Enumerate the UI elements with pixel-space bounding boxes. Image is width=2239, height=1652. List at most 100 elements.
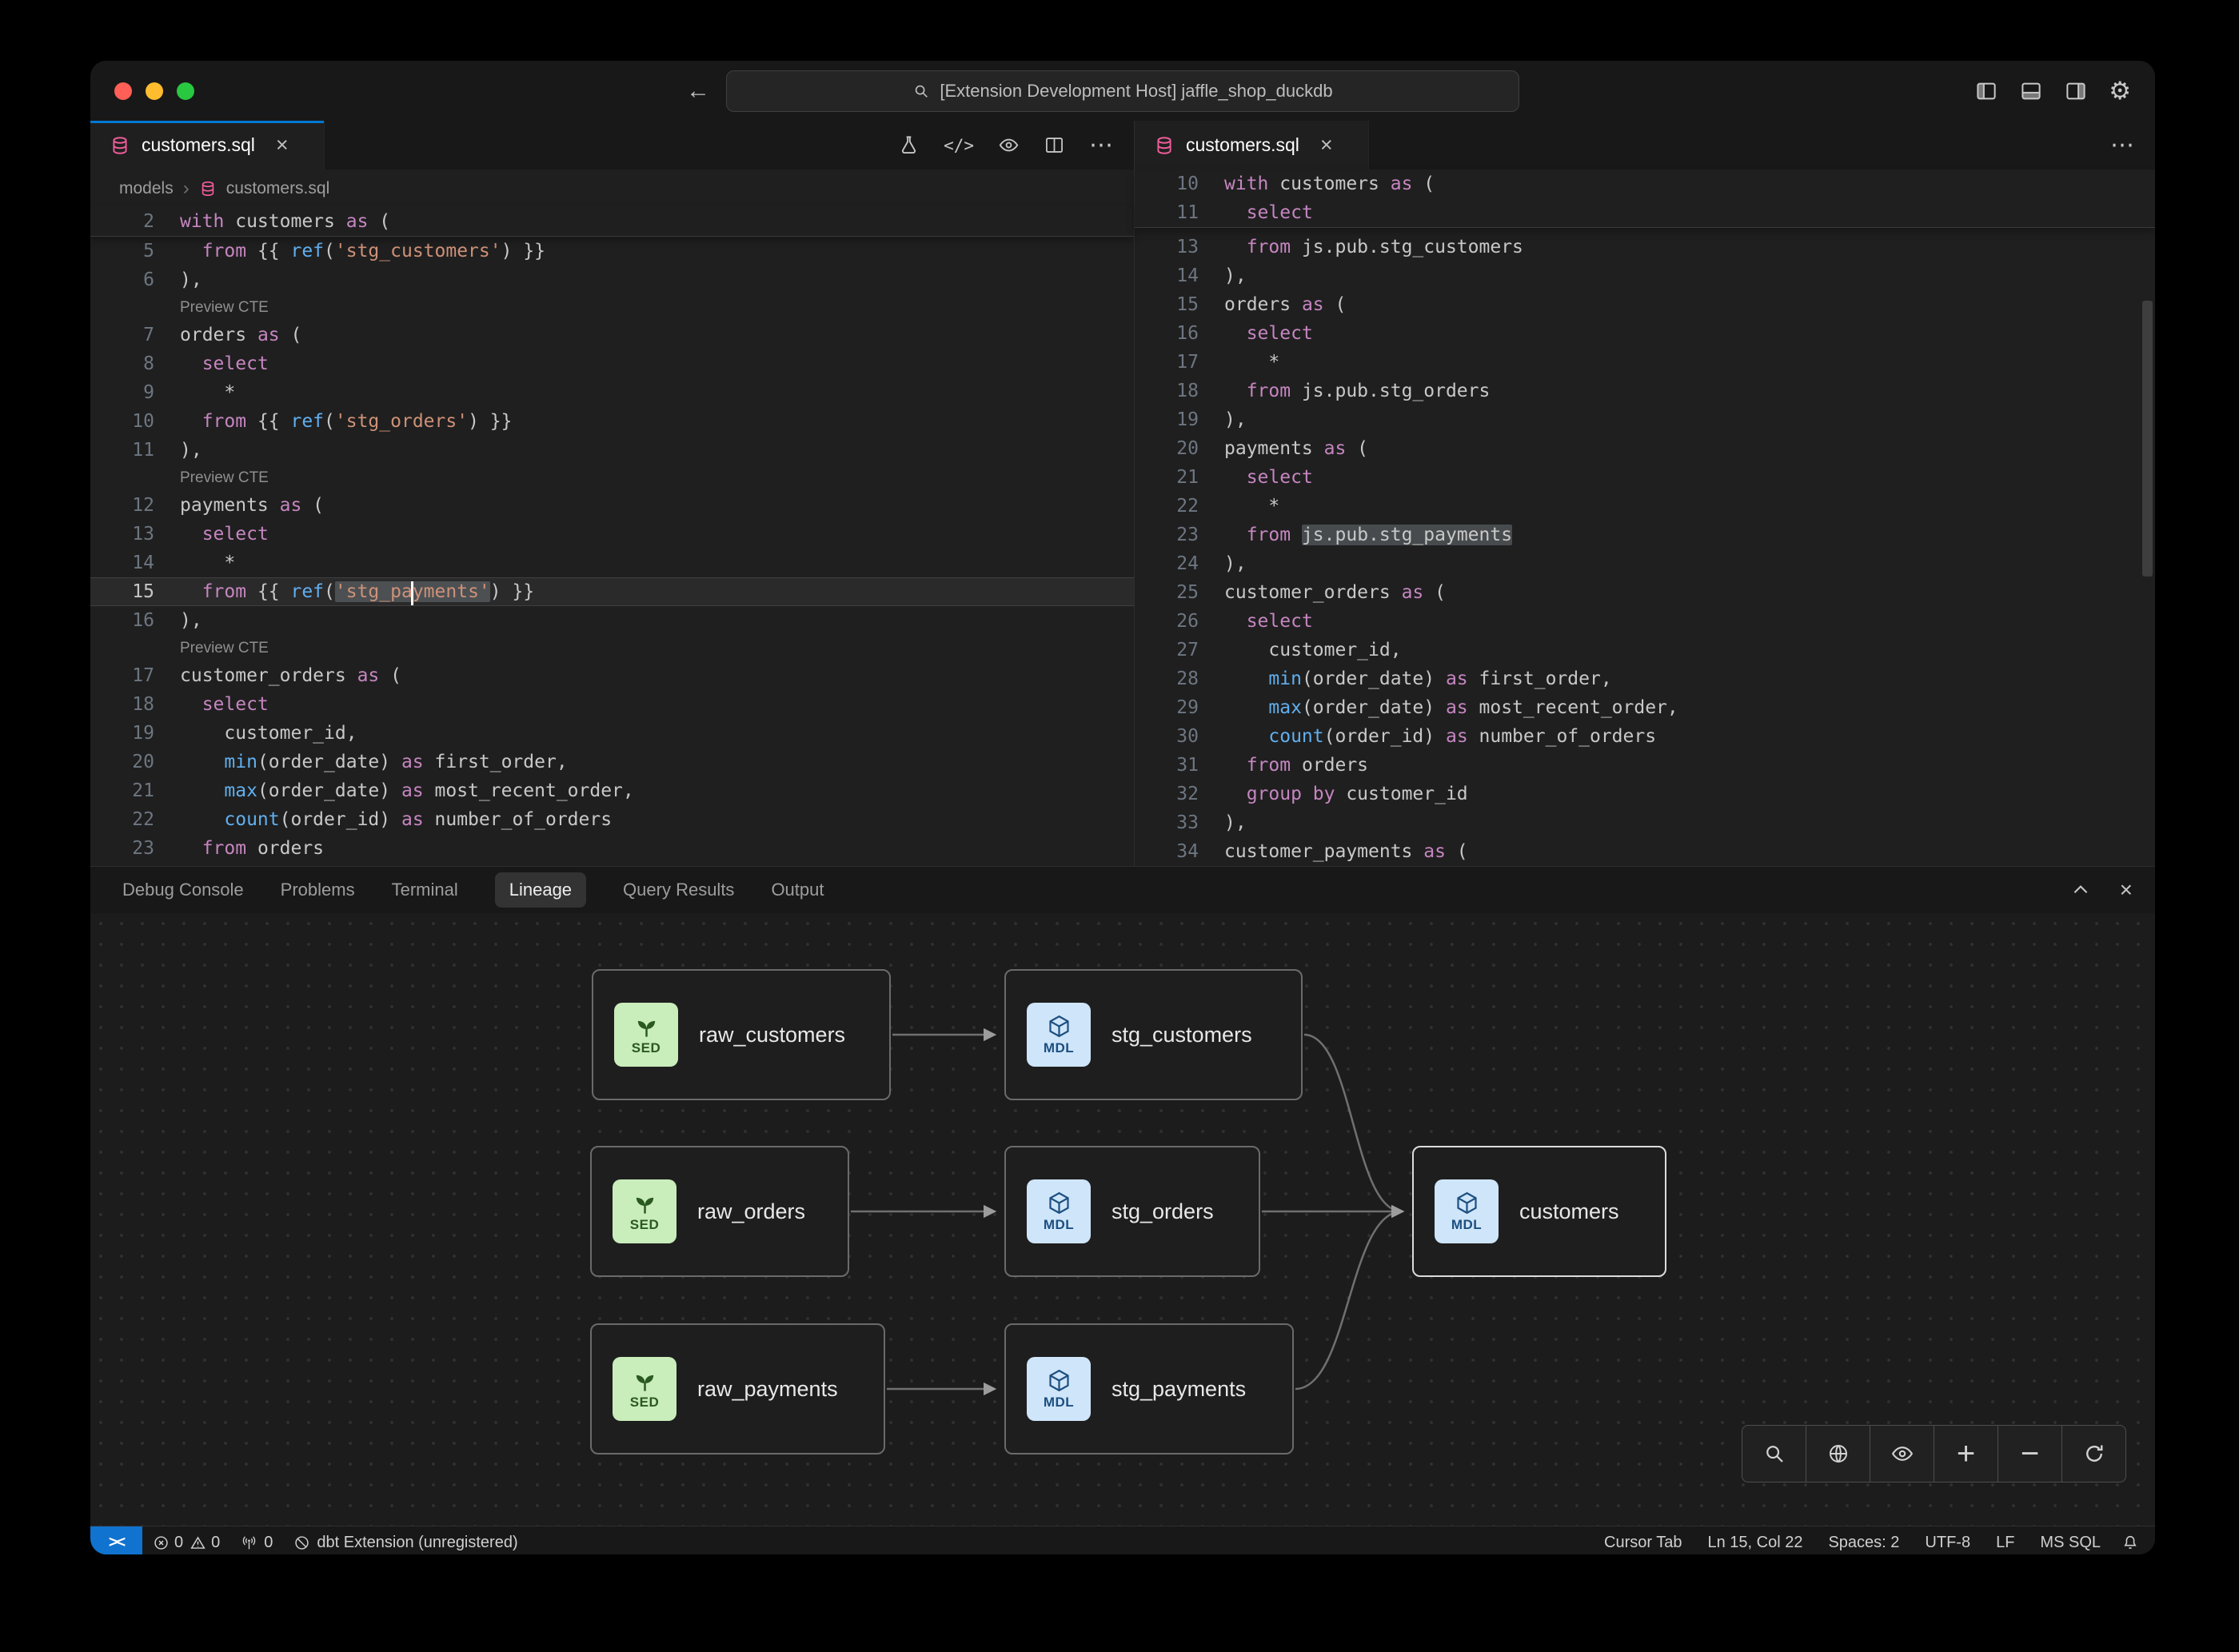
- status-encoding[interactable]: UTF-8: [1912, 1534, 1983, 1552]
- panel-tab-query-results[interactable]: Query Results: [623, 880, 734, 900]
- code-line[interactable]: 25customer_orders as (: [1135, 578, 2155, 607]
- code-line[interactable]: 34customer_payments as (: [1135, 837, 2155, 866]
- close-tab-icon[interactable]: ×: [1320, 133, 1333, 158]
- code-editor-right[interactable]: 13 from js.pub.stg_customers14),15orders…: [1135, 228, 2155, 866]
- close-window-button[interactable]: [114, 82, 132, 100]
- settings-gear-icon[interactable]: ⚙: [2109, 78, 2131, 103]
- maximize-panel-chevron-icon[interactable]: [2070, 880, 2091, 900]
- code-line[interactable]: 16 select: [1135, 319, 2155, 348]
- code-line[interactable]: 32 group by customer_id: [1135, 780, 2155, 808]
- code-line[interactable]: 31 from orders: [1135, 751, 2155, 780]
- code-line[interactable]: 10with customers as (: [1135, 170, 2155, 198]
- code-line[interactable]: 10 from {{ ref('stg_orders') }}: [90, 407, 1134, 436]
- toggle-sidebar-icon[interactable]: [1974, 79, 1998, 103]
- code-line[interactable]: 7orders as (: [90, 321, 1134, 349]
- code-line[interactable]: 22 count(order_id) as number_of_orders: [90, 805, 1134, 834]
- toggle-secondary-sidebar-icon[interactable]: [2064, 79, 2088, 103]
- lineage-node-raw-payments[interactable]: SEDraw_payments: [590, 1323, 885, 1454]
- code-line[interactable]: 24),: [1135, 549, 2155, 578]
- refresh-icon[interactable]: [2062, 1426, 2125, 1482]
- code-line[interactable]: 13 select: [90, 520, 1134, 549]
- tab-customers-sql-left[interactable]: customers.sql ×: [90, 121, 325, 170]
- code-line[interactable]: 19 customer_id,: [90, 719, 1134, 748]
- fit-view-icon[interactable]: [1806, 1426, 1870, 1482]
- code-line[interactable]: 26 select: [1135, 607, 2155, 636]
- navigate-back-icon[interactable]: ←: [686, 78, 710, 105]
- lineage-node-stg-customers[interactable]: MDLstg_customers: [1004, 969, 1303, 1100]
- code-line[interactable]: 28 min(order_date) as first_order,: [1135, 664, 2155, 693]
- close-tab-icon[interactable]: ×: [276, 133, 289, 158]
- code-line[interactable]: 19),: [1135, 405, 2155, 434]
- code-editor-left[interactable]: 5 from {{ ref('stg_customers') }}6), Prev…: [90, 237, 1134, 863]
- code-line[interactable]: 30 count(order_id) as number_of_orders: [1135, 722, 2155, 751]
- compile-flask-icon[interactable]: [898, 134, 920, 156]
- code-line[interactable]: 9 *: [90, 378, 1134, 407]
- lineage-search-icon[interactable]: [1742, 1426, 1806, 1482]
- dbt-extension-status[interactable]: dbt Extension (unregistered): [283, 1526, 528, 1554]
- minimize-window-button[interactable]: [146, 82, 163, 100]
- panel-tab-output[interactable]: Output: [771, 880, 824, 900]
- code-line[interactable]: 21 max(order_date) as most_recent_order,: [90, 776, 1134, 805]
- status-language-mode[interactable]: MS SQL: [2027, 1534, 2113, 1552]
- more-actions-icon[interactable]: ⋯: [2110, 131, 2136, 159]
- status-indentation[interactable]: Spaces: 2: [1815, 1534, 1912, 1552]
- code-line[interactable]: 22 *: [1135, 492, 2155, 521]
- code-line[interactable]: 2with customers as (: [90, 207, 1134, 236]
- preview-eye-icon[interactable]: [998, 134, 1020, 156]
- panel-tab-debug-console[interactable]: Debug Console: [122, 880, 244, 900]
- more-actions-icon[interactable]: ⋯: [1089, 131, 1115, 159]
- zoom-window-button[interactable]: [177, 82, 194, 100]
- zoom-out-icon[interactable]: −: [1998, 1426, 2062, 1482]
- code-line[interactable]: 18 from js.pub.stg_orders: [1135, 377, 2155, 405]
- lineage-node-stg-payments[interactable]: MDLstg_payments: [1004, 1323, 1294, 1454]
- code-line[interactable]: 14),: [1135, 261, 2155, 290]
- code-line[interactable]: 27 customer_id,: [1135, 636, 2155, 664]
- ports-status[interactable]: 0: [230, 1526, 283, 1554]
- lineage-node-customers[interactable]: MDLcustomers: [1412, 1146, 1666, 1277]
- code-line[interactable]: 6),: [90, 265, 1134, 294]
- lineage-node-raw-orders[interactable]: SEDraw_orders: [590, 1146, 849, 1277]
- close-panel-icon[interactable]: ×: [2120, 879, 2133, 901]
- compiled-code-icon[interactable]: </>: [944, 136, 974, 155]
- code-line[interactable]: 15 from {{ ref('stg_payments') }}: [90, 577, 1134, 606]
- code-line[interactable]: 15orders as (: [1135, 290, 2155, 319]
- code-line[interactable]: 8 select: [90, 349, 1134, 378]
- split-editor-icon[interactable]: [1044, 134, 1065, 156]
- tab-customers-sql-right[interactable]: customers.sql ×: [1135, 121, 1369, 170]
- code-line[interactable]: 21 select: [1135, 463, 2155, 492]
- code-line[interactable]: 17customer_orders as (: [90, 661, 1134, 690]
- status-eol[interactable]: LF: [1983, 1534, 2027, 1552]
- panel-tab-lineage[interactable]: Lineage: [495, 872, 586, 908]
- toggle-panel-icon[interactable]: [2019, 79, 2043, 103]
- status-cursor-tab[interactable]: Cursor Tab: [1591, 1534, 1694, 1552]
- lineage-node-raw-customers[interactable]: SEDraw_customers: [592, 969, 891, 1100]
- code-line[interactable]: 14 *: [90, 549, 1134, 577]
- zoom-in-icon[interactable]: +: [1934, 1426, 1998, 1482]
- code-line[interactable]: 20payments as (: [1135, 434, 2155, 463]
- code-line[interactable]: 11 select: [1135, 198, 2155, 227]
- command-center[interactable]: [Extension Development Host] jaffle_shop…: [726, 70, 1519, 112]
- code-line[interactable]: 5 from {{ ref('stg_customers') }}: [90, 237, 1134, 265]
- code-line[interactable]: 13 from js.pub.stg_customers: [1135, 233, 2155, 261]
- lineage-node-stg-orders[interactable]: MDLstg_orders: [1004, 1146, 1260, 1277]
- status-line-col[interactable]: Ln 15, Col 22: [1694, 1534, 1815, 1552]
- code-line[interactable]: 17 *: [1135, 348, 2155, 377]
- code-line[interactable]: 16),: [90, 606, 1134, 635]
- breadcrumb-file[interactable]: customers.sql: [226, 179, 330, 198]
- scrollbar-thumb[interactable]: [2142, 301, 2153, 577]
- code-line[interactable]: 11),: [90, 436, 1134, 465]
- problems-status[interactable]: 0 0: [142, 1526, 230, 1554]
- code-line[interactable]: 33),: [1135, 808, 2155, 837]
- notifications-bell-icon[interactable]: [2113, 1534, 2155, 1551]
- codelens-preview-cte[interactable]: Preview CTE: [90, 465, 1134, 491]
- panel-tab-problems[interactable]: Problems: [281, 880, 355, 900]
- remote-indicator[interactable]: ><: [90, 1526, 142, 1554]
- code-line[interactable]: 18 select: [90, 690, 1134, 719]
- code-line[interactable]: 23 from orders: [90, 834, 1134, 863]
- toggle-visibility-eye-icon[interactable]: [1870, 1426, 1934, 1482]
- panel-tab-terminal[interactable]: Terminal: [392, 880, 458, 900]
- codelens-preview-cte[interactable]: Preview CTE: [90, 635, 1134, 661]
- code-line[interactable]: 23 from js.pub.stg_payments: [1135, 521, 2155, 549]
- code-line[interactable]: 12payments as (: [90, 491, 1134, 520]
- code-line[interactable]: 29 max(order_date) as most_recent_order,: [1135, 693, 2155, 722]
